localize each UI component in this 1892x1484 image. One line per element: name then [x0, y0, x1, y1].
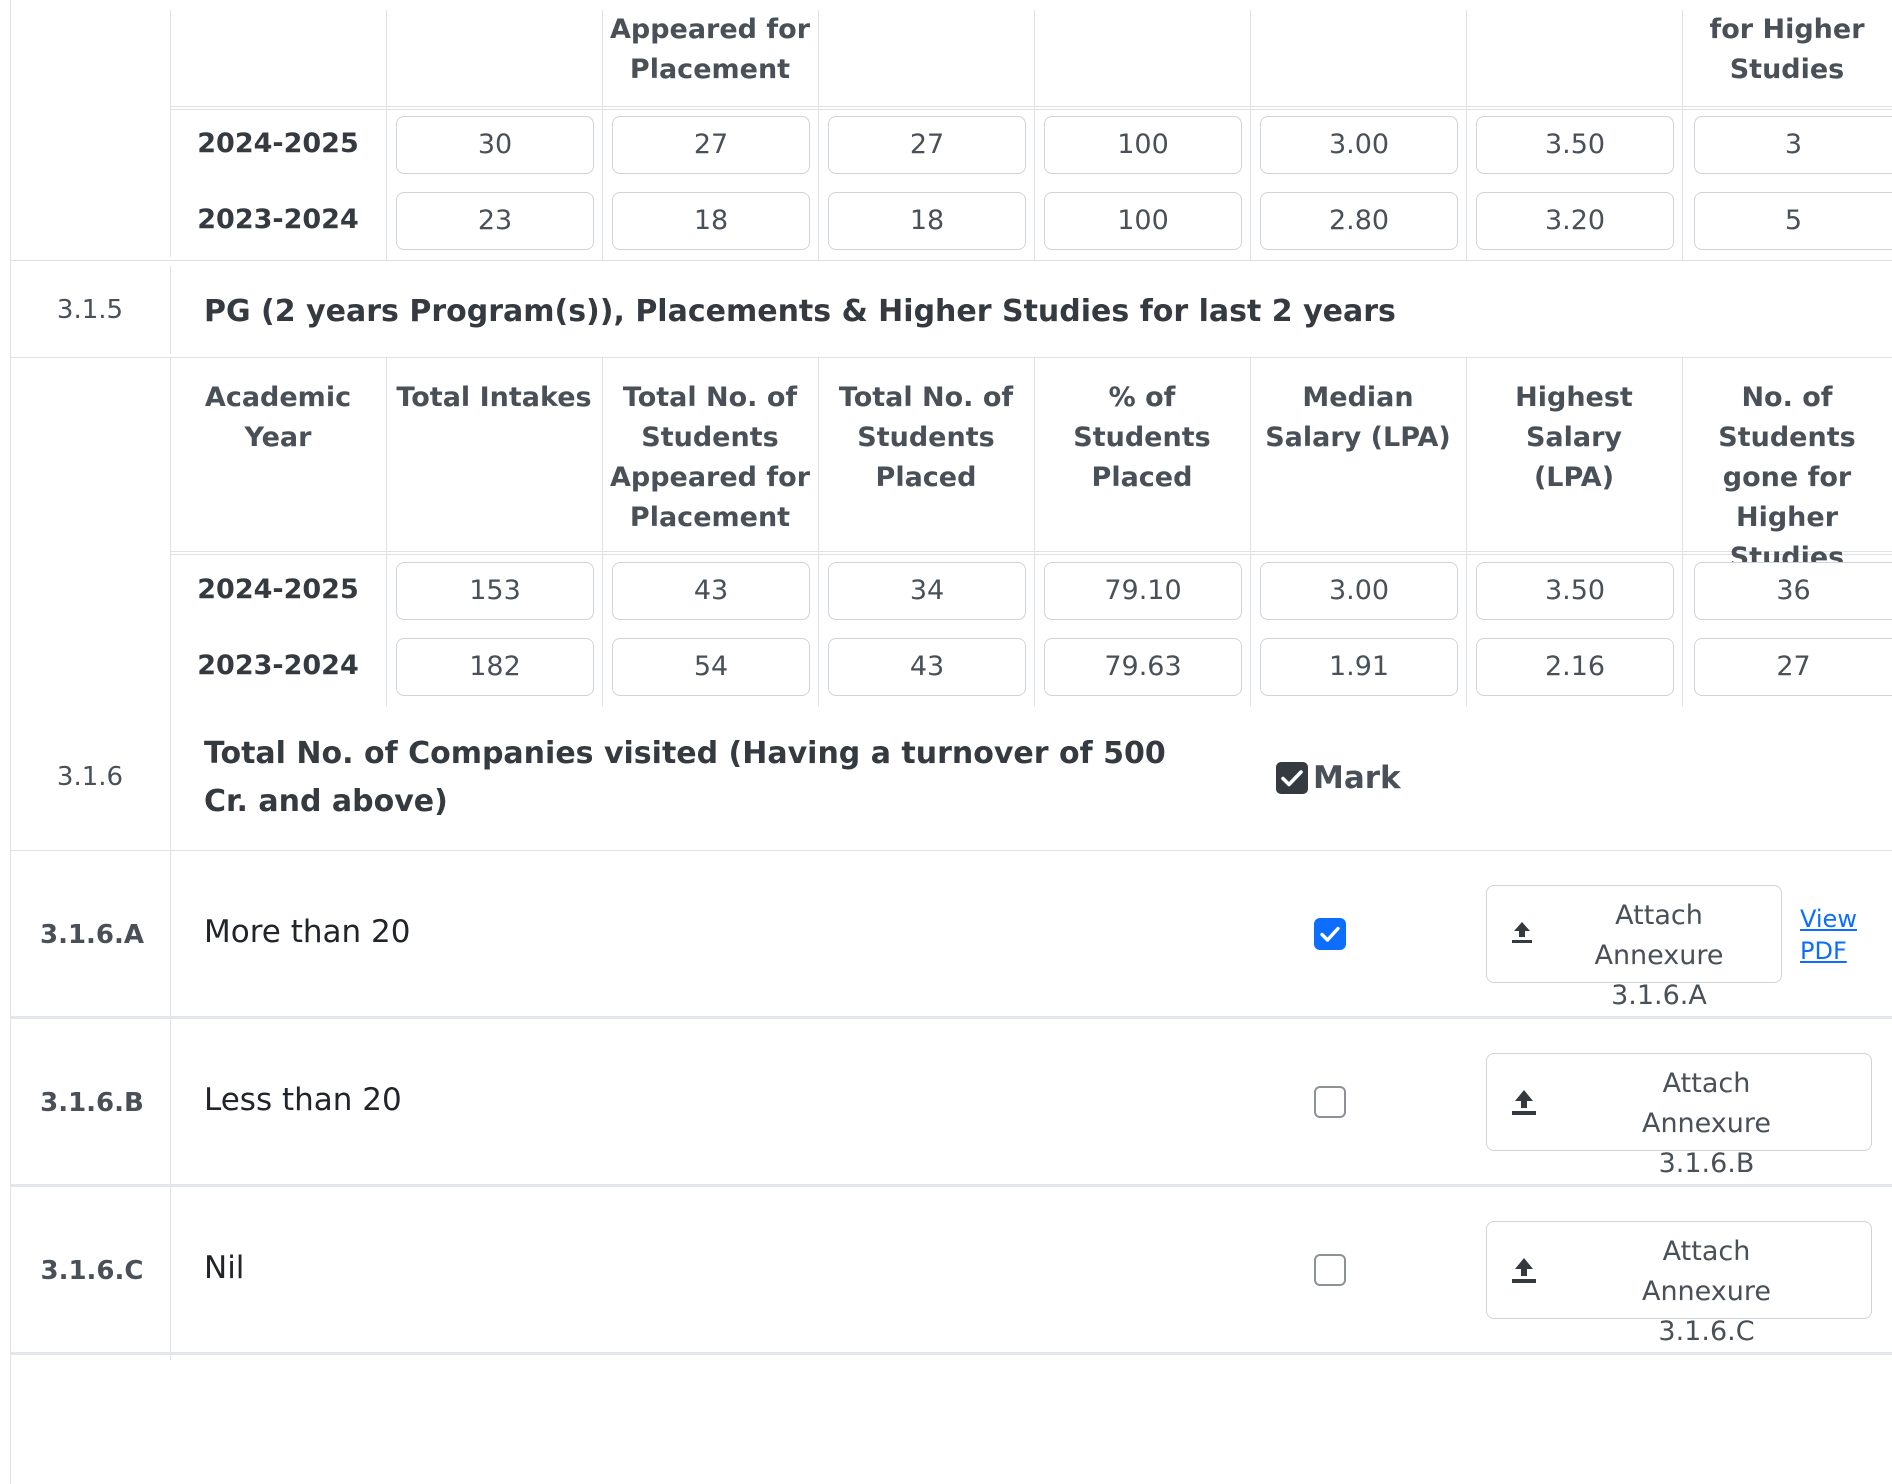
ug-median-salary-input[interactable]: 3.00 — [1260, 116, 1458, 174]
pg-header-highest-salary: Highest Salary (LPA) — [1515, 382, 1633, 493]
section-number: 3.1.6 — [56, 762, 124, 792]
ug-table-bottom — [10, 260, 1892, 261]
section-316-bottom — [10, 850, 1892, 851]
ug-total-intakes-input[interactable]: 23 — [396, 192, 594, 250]
pg-header-total-intakes: Total Intakes — [396, 382, 592, 413]
ug-percent-placed-input[interactable]: 100 — [1044, 116, 1242, 174]
option-label: Less than 20 — [204, 1082, 402, 1118]
number-column-divider — [170, 358, 171, 1360]
pg-median-salary-input[interactable]: 1.91 — [1260, 638, 1458, 696]
pg-header-percent-placed: % of Students Placed — [1073, 382, 1211, 493]
pg-higher-studies-input[interactable]: 36 — [1694, 562, 1892, 620]
ug-highest-salary-input[interactable]: 3.20 — [1476, 192, 1674, 250]
ug-highest-salary-input[interactable]: 3.50 — [1476, 116, 1674, 174]
pg-row-year: 2024-2025 — [197, 574, 359, 605]
pg-header-academic-year: Academic Year — [204, 382, 352, 453]
number-column-divider — [170, 266, 171, 354]
ug-header-higher-studies: for Higher Studies — [1709, 14, 1865, 85]
ug-appeared-input[interactable]: 27 — [612, 116, 810, 174]
attach-annexure-button[interactable]: Attach Annexure 3.1.6.C — [1486, 1221, 1872, 1347]
upload-icon — [1511, 1088, 1537, 1120]
option-c-bottom — [10, 1352, 1892, 1355]
option-a-bottom — [10, 1016, 1892, 1019]
ug-header-appeared: Appeared for Placement — [609, 14, 811, 85]
pg-header-higher-studies: No. of Students gone for Higher Studies — [1718, 382, 1856, 573]
ug-col-divider — [1250, 10, 1251, 260]
option-checkbox[interactable] — [1314, 1254, 1346, 1286]
pg-placed-input[interactable]: 43 — [828, 638, 1026, 696]
ug-col-divider — [1034, 10, 1035, 260]
ug-appeared-input[interactable]: 18 — [612, 192, 810, 250]
pg-row-year: 2023-2024 — [197, 650, 359, 681]
ug-total-intakes-input[interactable]: 30 — [396, 116, 594, 174]
pg-percent-placed-input[interactable]: 79.63 — [1044, 638, 1242, 696]
option-checkbox[interactable] — [1314, 918, 1346, 950]
option-label: More than 20 — [204, 914, 411, 950]
option-checkbox[interactable] — [1314, 1086, 1346, 1118]
ug-higher-studies-input[interactable]: 5 — [1694, 192, 1892, 250]
check-icon — [1281, 770, 1303, 787]
pg-appeared-input[interactable]: 43 — [612, 562, 810, 620]
pg-percent-placed-input[interactable]: 79.10 — [1044, 562, 1242, 620]
ug-median-salary-input[interactable]: 2.80 — [1260, 192, 1458, 250]
ug-col-divider — [386, 10, 387, 260]
option-number: 3.1.6.A — [39, 920, 145, 950]
ug-placed-input[interactable]: 18 — [828, 192, 1026, 250]
ug-percent-placed-input[interactable]: 100 — [1044, 192, 1242, 250]
pg-header-bottom-2 — [170, 554, 1892, 555]
pg-appeared-input[interactable]: 54 — [612, 638, 810, 696]
mark-checkbox[interactable] — [1276, 762, 1308, 794]
upload-icon — [1511, 920, 1533, 948]
mark-label: Mark — [1313, 760, 1401, 796]
ug-col-divider — [818, 10, 819, 260]
section-number: 3.1.5 — [56, 295, 124, 325]
check-icon — [1320, 926, 1340, 942]
view-pdf-link[interactable]: View PDF — [1800, 903, 1860, 967]
pg-median-salary-input[interactable]: 3.00 — [1260, 562, 1458, 620]
option-number: 3.1.6.C — [40, 1256, 144, 1286]
pg-highest-salary-input[interactable]: 3.50 — [1476, 562, 1674, 620]
section-title: PG (2 years Program(s)), Placements & Hi… — [204, 294, 1396, 329]
option-b-bottom — [10, 1184, 1892, 1187]
ug-col-divider — [1466, 10, 1467, 260]
attach-annexure-label: Attach Annexure 3.1.6.B — [1641, 1068, 1772, 1179]
pg-total-intakes-input[interactable]: 182 — [396, 638, 594, 696]
ug-placed-input[interactable]: 27 — [828, 116, 1026, 174]
section-315-top — [10, 357, 1892, 358]
pg-higher-studies-input[interactable]: 27 — [1694, 638, 1892, 696]
section-title: Total No. of Companies visited (Having a… — [204, 736, 1166, 819]
pg-header-placed: Total No. of Students Placed — [838, 382, 1014, 493]
pg-header-bottom — [170, 551, 1892, 552]
attach-annexure-label: Attach Annexure 3.1.6.C — [1641, 1236, 1772, 1347]
ug-header-bottom — [170, 106, 1892, 107]
pg-total-intakes-input[interactable]: 153 — [396, 562, 594, 620]
attach-annexure-button[interactable]: Attach Annexure 3.1.6.B — [1486, 1053, 1872, 1179]
ug-header-bottom-2 — [170, 109, 1892, 110]
pg-highest-salary-input[interactable]: 2.16 — [1476, 638, 1674, 696]
attach-annexure-label: Attach Annexure 3.1.6.A — [1594, 900, 1724, 1011]
option-number: 3.1.6.B — [40, 1088, 144, 1118]
pg-header-appeared: Total No. of Students Appeared for Place… — [609, 382, 811, 533]
ug-row-year: 2023-2024 — [197, 204, 359, 235]
ug-row-year: 2024-2025 — [197, 128, 359, 159]
option-label: Nil — [204, 1250, 245, 1286]
left-border — [10, 0, 11, 1484]
upload-icon — [1511, 1256, 1537, 1288]
pg-placed-input[interactable]: 34 — [828, 562, 1026, 620]
pg-header-median-salary: Median Salary (LPA) — [1265, 382, 1451, 453]
attach-annexure-button[interactable]: Attach Annexure 3.1.6.A — [1486, 885, 1782, 1011]
ug-higher-studies-input[interactable]: 3 — [1694, 116, 1892, 174]
